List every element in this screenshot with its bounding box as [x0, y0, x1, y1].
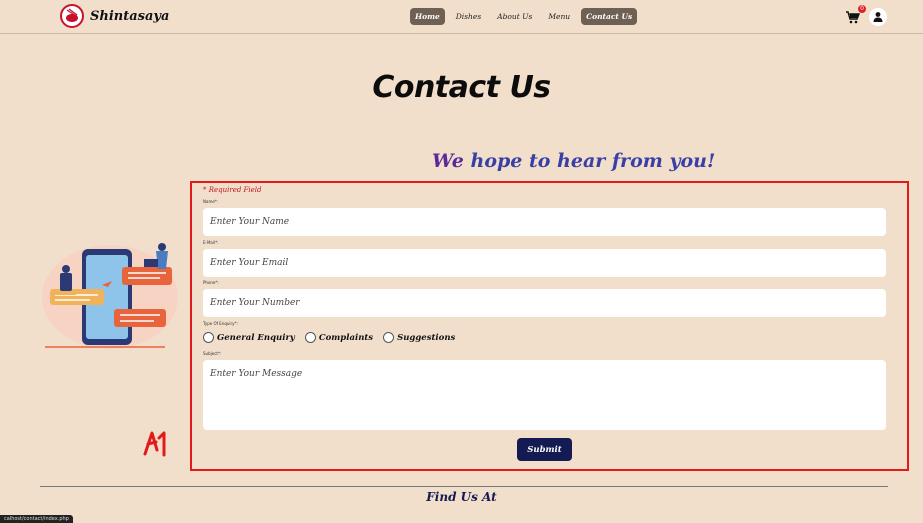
name-input[interactable]: Enter Your Name: [203, 208, 886, 236]
logo-emblem-icon: [60, 4, 84, 28]
radio-suggestions[interactable]: Suggestions: [383, 332, 455, 343]
page-title: Contact Us: [372, 70, 551, 105]
nav-dishes[interactable]: Dishes: [451, 8, 486, 25]
message-textarea[interactable]: Enter Your Message: [203, 360, 886, 430]
nav-contact-us[interactable]: Contact Us: [581, 8, 638, 25]
radio-button[interactable]: [304, 332, 316, 343]
radio-label: General Enquiry: [217, 332, 295, 343]
nav-icons: 0: [845, 5, 887, 26]
nav-home[interactable]: Home: [410, 8, 445, 25]
browser-status-url: calhost/contact/index.php: [0, 515, 73, 523]
user-icon: [873, 12, 883, 22]
submit-button[interactable]: Submit: [517, 438, 572, 461]
enquiry-type-radio-group: General Enquiry Complaints Suggestions: [203, 332, 465, 343]
radio-button[interactable]: [203, 332, 214, 343]
tagline-rest: hope to hear from you!: [463, 150, 716, 172]
tagline: We hope to hear from you!: [432, 150, 715, 172]
contact-illustration: [42, 243, 178, 349]
nav-menu[interactable]: Menu: [543, 8, 575, 25]
enquiry-type-label: Type Of Enquiry*:: [203, 321, 238, 326]
cart-count-badge: 0: [858, 5, 866, 13]
navbar: Shintasaya Home Dishes About Us Menu Con…: [0, 0, 923, 34]
brand-name: Shintasaya: [90, 8, 170, 24]
phone-input[interactable]: Enter Your Number: [203, 289, 886, 317]
annotation-mark: [143, 431, 166, 457]
find-us-heading: Find Us At: [426, 490, 497, 504]
radio-complaints[interactable]: Complaints: [304, 332, 374, 343]
main-nav: Home Dishes About Us Menu Contact Us: [410, 8, 638, 25]
radio-label: Suggestions: [397, 332, 456, 343]
required-field-note: * Required Field: [203, 186, 262, 194]
radio-button[interactable]: [383, 332, 395, 343]
phone-label: Phone*:: [203, 280, 219, 285]
subject-label: Subject*:: [203, 351, 222, 356]
footer-divider: [40, 486, 888, 487]
email-label: E-Mail*:: [203, 240, 219, 245]
radio-general-enquiry[interactable]: General Enquiry: [203, 332, 295, 343]
cart-button[interactable]: 0: [845, 5, 866, 25]
email-input[interactable]: Enter Your Email: [203, 249, 886, 277]
brand-logo[interactable]: Shintasaya: [60, 4, 169, 28]
name-label: Name*:: [203, 199, 219, 204]
tagline-prefix: We: [432, 150, 464, 172]
nav-about-us[interactable]: About Us: [492, 8, 537, 25]
account-button[interactable]: [869, 8, 887, 26]
radio-label: Complaints: [318, 332, 374, 343]
